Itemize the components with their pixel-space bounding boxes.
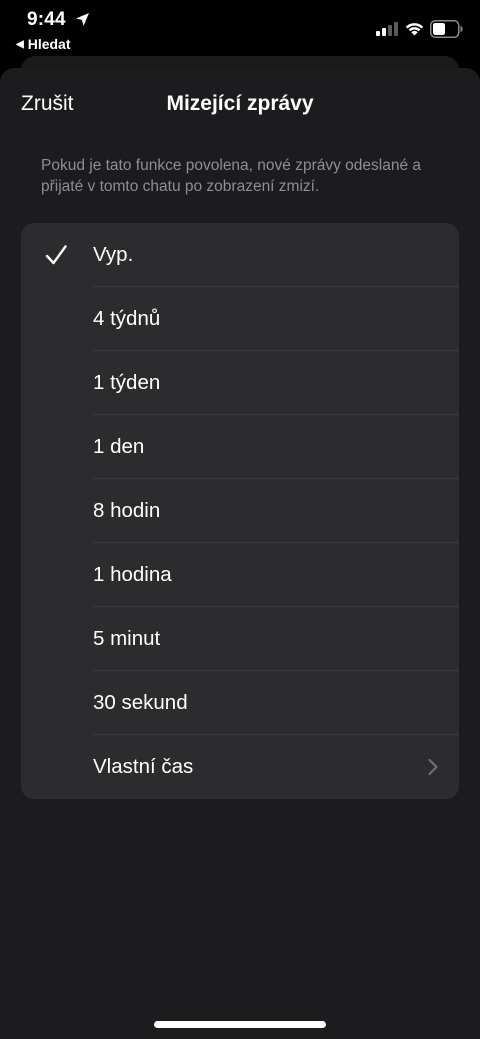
- back-app-label: Hledat: [27, 36, 71, 52]
- option-label: 30 sekund: [93, 691, 188, 714]
- option-label: 1 týden: [93, 371, 161, 394]
- option-8-hours[interactable]: 8 hodin: [21, 479, 459, 543]
- status-time: 9:44: [27, 9, 66, 30]
- checkmark-icon: [45, 245, 67, 265]
- option-off[interactable]: Vyp.: [21, 223, 459, 287]
- disappearing-messages-sheet: Zrušit Mizející zprávy Pokud je tato fun…: [0, 68, 480, 1039]
- option-30-seconds[interactable]: 30 sekund: [21, 671, 459, 735]
- sheet-navigation-bar: Zrušit Mizející zprávy: [0, 68, 480, 143]
- option-label: 4 týdnů: [93, 307, 161, 330]
- option-label: 8 hodin: [93, 499, 161, 522]
- option-label: 5 minut: [93, 627, 161, 650]
- option-5-minutes[interactable]: 5 minut: [21, 607, 459, 671]
- option-label: 1 den: [93, 435, 145, 458]
- back-to-app-link[interactable]: ◀ Hledat: [16, 36, 71, 52]
- option-label: Vyp.: [93, 243, 134, 266]
- option-4-weeks[interactable]: 4 týdnů: [21, 287, 459, 351]
- location-arrow-icon: [76, 13, 89, 26]
- cellular-signal-icon: [376, 22, 398, 36]
- option-label: 1 hodina: [93, 563, 172, 586]
- option-1-week[interactable]: 1 týden: [21, 351, 459, 415]
- chevron-right-icon: [428, 758, 438, 776]
- home-indicator[interactable]: [154, 1021, 326, 1028]
- sheet-title: Mizející zprávy: [166, 92, 314, 115]
- option-1-hour[interactable]: 1 hodina: [21, 543, 459, 607]
- option-custom-time[interactable]: Vlastní čas: [21, 735, 459, 799]
- option-label: Vlastní čas: [93, 755, 194, 778]
- status-bar: 9:44 ◀ Hledat: [0, 0, 480, 56]
- timer-options-list: Vyp. 4 týdnů 1 týden 1 den 8 hodin 1 hod…: [21, 223, 459, 799]
- screen: 9:44 ◀ Hledat Zrušit Mizející zprávy Pok…: [0, 0, 480, 1039]
- wifi-icon: [405, 23, 424, 36]
- battery-icon: [430, 20, 463, 38]
- back-triangle-icon: ◀: [16, 38, 24, 50]
- option-1-day[interactable]: 1 den: [21, 415, 459, 479]
- description-text: Pokud je tato funkce povolena, nové zprá…: [41, 157, 422, 195]
